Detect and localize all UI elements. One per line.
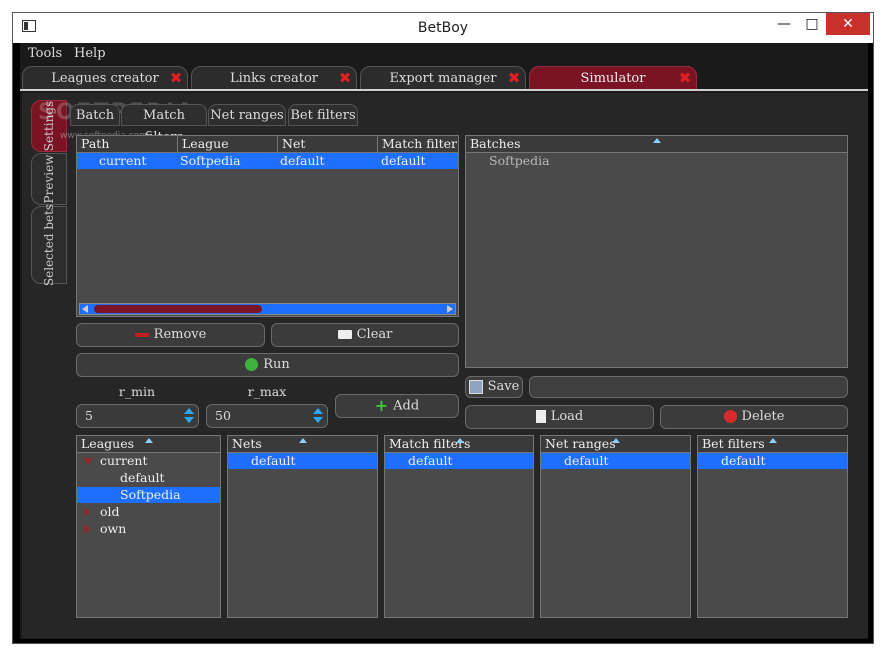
menu-help[interactable]: Help [74, 45, 106, 63]
tree-item-softpedia[interactable]: Softpedia [77, 487, 220, 503]
bet-filters-header[interactable]: Bet filters [698, 436, 847, 453]
expand-arrow-icon[interactable] [83, 458, 93, 465]
table-cell: default [280, 153, 325, 168]
leagues-tree: Leagues current default Softpedia old ow… [76, 435, 221, 618]
collapse-arrow-icon[interactable] [84, 507, 91, 517]
list-item[interactable]: default [698, 453, 847, 469]
document-icon [535, 410, 546, 423]
tab-simulator[interactable]: Simulator [529, 66, 697, 90]
r-min-spinbox[interactable]: 5 [76, 404, 199, 428]
leagues-header[interactable]: Leagues [77, 436, 220, 453]
column-header-league[interactable]: League [178, 136, 278, 152]
column-header-net[interactable]: Net [278, 136, 378, 152]
tab-close-icon[interactable]: ✖ [168, 70, 184, 86]
subtab-batch[interactable]: Batch [70, 104, 120, 126]
tab-close-icon[interactable]: ✖ [506, 70, 522, 86]
sort-arrow-icon [299, 438, 307, 443]
table-cell: current [99, 153, 147, 168]
scroll-left-arrow-icon[interactable] [82, 305, 88, 313]
add-button[interactable]: + Add [335, 394, 459, 418]
tab-separator [20, 89, 868, 91]
column-header-path[interactable]: Path [77, 136, 178, 152]
sort-arrow-icon [653, 138, 661, 143]
eraser-icon [337, 330, 352, 339]
tab-links-creator[interactable]: Links creator [191, 66, 357, 90]
clear-button[interactable]: Clear [271, 323, 459, 347]
sort-arrow-icon [145, 438, 153, 443]
red-arrow-icon [134, 332, 149, 337]
table-row[interactable]: current Softpedia default default [77, 153, 458, 169]
sort-arrow-icon [769, 438, 777, 443]
save-button[interactable]: Save [465, 376, 523, 398]
spin-arrows-icon[interactable] [182, 407, 196, 427]
green-plus-icon: + [374, 396, 389, 415]
red-stop-icon [723, 410, 737, 423]
tab-close-icon[interactable]: ✖ [677, 70, 693, 86]
run-button[interactable]: Run [76, 353, 459, 377]
maximize-button[interactable]: □ [798, 13, 826, 35]
batch-path-table: Path League Net Match filter current Sof… [76, 135, 459, 317]
tree-item-old[interactable]: old [100, 504, 120, 520]
tree-item-current[interactable]: current [100, 453, 147, 469]
table-cell: Softpedia [180, 153, 241, 168]
batches-header[interactable]: Batches [466, 136, 847, 153]
window-title: BetBoy [417, 20, 469, 36]
batches-list: Batches Softpedia [465, 135, 848, 368]
net-ranges-list: Net ranges default [540, 435, 691, 618]
table-cell: default [381, 153, 426, 168]
tab-close-icon[interactable]: ✖ [337, 70, 353, 86]
tab-leagues-creator[interactable]: Leagues creator [22, 66, 188, 90]
nets-header[interactable]: Nets [228, 436, 377, 453]
list-item[interactable]: default [541, 453, 690, 469]
sort-arrow-icon [456, 438, 464, 443]
subtab-match-filters[interactable]: Match filters [121, 104, 207, 145]
list-item[interactable]: default [385, 453, 533, 469]
net-ranges-header[interactable]: Net ranges [541, 436, 690, 453]
side-tab-selected-bets[interactable]: Selected bets [31, 204, 67, 286]
column-header-match-filter[interactable]: Match filter [378, 136, 459, 152]
match-filters-list: Match filters default [384, 435, 534, 618]
scrollbar-thumb[interactable] [94, 305, 262, 313]
horizontal-scrollbar[interactable] [79, 303, 456, 315]
remove-button[interactable]: Remove [76, 323, 265, 347]
r-max-label: r_max [247, 384, 287, 399]
load-button[interactable]: Load [465, 405, 654, 429]
spin-arrows-icon[interactable] [311, 407, 325, 427]
r-min-label: r_min [118, 384, 156, 399]
subtab-bet-filters[interactable]: Bet filters [288, 104, 358, 126]
tree-item-own[interactable]: own [100, 521, 126, 537]
tab-export-manager[interactable]: Export manager [360, 66, 526, 90]
batch-name-input[interactable] [529, 376, 848, 398]
match-filters-header[interactable]: Match filters [385, 436, 533, 453]
list-item[interactable]: default [228, 453, 377, 469]
green-run-icon [245, 358, 259, 371]
subtab-net-ranges[interactable]: Net ranges [208, 104, 286, 126]
menu-tools[interactable]: Tools [28, 45, 62, 63]
delete-button[interactable]: Delete [660, 405, 848, 429]
nets-list: Nets default [227, 435, 378, 618]
scroll-right-arrow-icon[interactable] [447, 305, 453, 313]
close-button[interactable]: ✕ [826, 13, 870, 35]
list-item[interactable]: Softpedia [489, 153, 550, 169]
minimize-button[interactable]: — [770, 13, 798, 35]
collapse-arrow-icon[interactable] [84, 524, 91, 534]
side-tab-preview[interactable]: Preview [31, 153, 67, 205]
sort-arrow-icon [612, 438, 620, 443]
floppy-disk-icon [468, 379, 483, 394]
bet-filters-list: Bet filters default [697, 435, 848, 618]
tree-item-default[interactable]: default [120, 470, 165, 486]
r-max-spinbox[interactable]: 50 [206, 404, 328, 428]
